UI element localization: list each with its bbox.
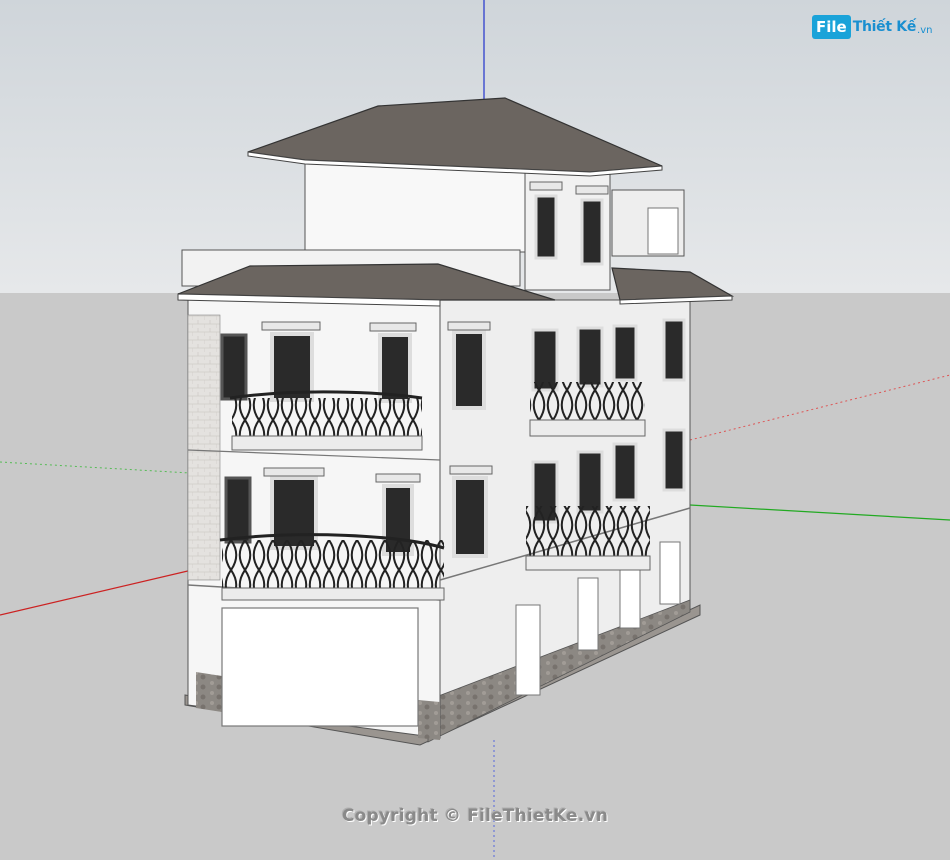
side-opening-1	[515, 604, 541, 696]
model-viewport[interactable]: File Thiết Kế .vn Copyright © FileThietK…	[0, 0, 950, 860]
side-opening-2	[577, 577, 599, 651]
balcony-front-1st	[219, 533, 445, 601]
logo-box: File	[812, 15, 851, 39]
top-terrace-opening	[647, 207, 679, 255]
side-opening-4	[659, 541, 681, 605]
balcony-side-2nd	[529, 382, 646, 437]
front-stone-base	[196, 672, 222, 712]
filethietke-logo: File Thiết Kế .vn	[812, 14, 932, 40]
logo-tld: .vn	[917, 24, 933, 36]
copyright-watermark: Copyright © FileThietKe.vn	[341, 806, 609, 826]
balcony-front-2nd	[229, 390, 423, 451]
scene-canvas[interactable]	[0, 0, 950, 860]
front-stone-base-right	[418, 700, 440, 740]
garage-door	[221, 607, 419, 727]
balcony-side-1st	[525, 506, 651, 571]
brick-column	[187, 314, 221, 581]
logo-name: Thiết Kế	[852, 19, 917, 35]
